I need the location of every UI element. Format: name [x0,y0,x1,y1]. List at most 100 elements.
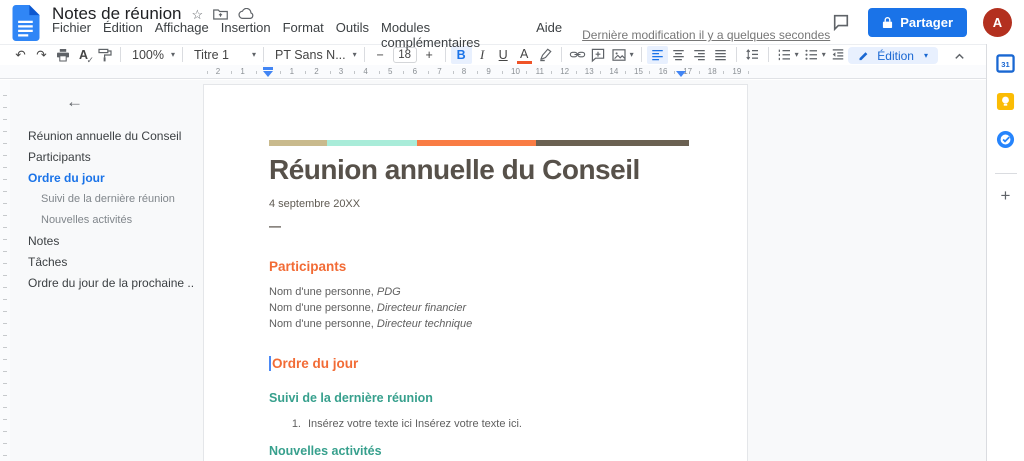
line-spacing-button[interactable] [742,46,763,64]
document-page[interactable]: Réunion annuelle du Conseil 4 septembre … [203,84,748,461]
ruler-number: 3 [338,67,344,76]
outline-item-ordre-du-jour[interactable]: Ordre du jour [28,168,195,189]
numbered-list-button[interactable]: ▾ [774,46,801,64]
outline-item-nouvelles-activites[interactable]: Nouvelles activités [28,210,195,231]
lock-icon [883,16,893,28]
decrease-indent-button[interactable] [828,46,849,64]
move-folder-icon[interactable] [213,8,228,21]
ruler-tick [600,71,602,74]
google-tasks-icon[interactable] [995,129,1016,150]
outline-item-participants[interactable]: Participants [28,147,195,168]
ruler-number: 5 [388,67,393,76]
heading-followup[interactable]: Suivi de la dernière réunion [269,391,690,405]
close-outline-icon[interactable]: ← [66,92,83,112]
heading-participants-text: Participants [269,259,347,275]
hide-menus-button[interactable] [949,47,970,64]
horizontal-ruler: 1 2 1 2 3 4 5 6 7 8 9 10 11 12 13 14 15 16 17 18 19 [0,65,986,79]
chevron-down-icon: ▾ [170,50,175,59]
ruler-number: 13 [584,67,594,76]
text-color-letter: A [519,47,529,62]
outline-item-ordre-du-jour-de-la-prochaine[interactable]: Ordre du jour de la prochaine ... [28,273,195,294]
numbered-list-item[interactable]: 1. Insérez votre texte ici Insérez votre… [269,417,690,431]
menu-format[interactable]: Format [277,20,330,50]
heading-agenda[interactable]: Ordre du jour [269,356,690,372]
align-right-button[interactable] [689,46,710,64]
doc-heading-title[interactable]: Réunion annuelle du Conseil [269,154,690,186]
menu-bar: Fichier Édition Affichage Insertion Format Ou… [52,20,830,50]
color-bar-segment [536,140,689,146]
ruler-number: 4 [363,67,368,76]
google-calendar-icon[interactable]: 31 [995,53,1016,74]
insert-image-button[interactable]: ▾ [609,46,636,64]
ruler-number: 7 [437,67,442,76]
doc-divider-dash[interactable]: — [269,219,690,233]
menu-aide[interactable]: Aide [530,20,568,50]
doc-date[interactable]: 4 septembre 20XX [269,198,690,210]
editing-mode-button[interactable]: Édition ▾ [848,47,938,64]
ruler-tick [280,71,282,74]
add-comment-button[interactable] [588,46,609,64]
menu-modules-complementaires[interactable]: Modules complémentaires [375,20,530,50]
participant-line[interactable]: Nom d'une personne, Directeur financier [269,300,690,316]
ruler-number: 9 [486,67,491,76]
menu-insertion[interactable]: Insertion [215,20,277,50]
ruler-tick [427,71,429,74]
participant-role: PDG [376,286,401,299]
text-color-swatch [516,60,532,64]
google-keep-icon[interactable] [995,91,1016,112]
participant-role: Directeur financier [376,302,467,315]
get-add-ons-button[interactable]: + [1001,186,1011,206]
ruler-tick [526,71,528,74]
align-left-button[interactable] [646,45,668,64]
align-justify-button[interactable] [710,46,731,64]
menu-affichage[interactable]: Affichage [149,20,215,50]
chevron-down-icon: ▾ [352,50,357,59]
bulleted-list-button[interactable]: ▾ [801,46,828,64]
heading-new-business[interactable]: Nouvelles activités [269,444,690,458]
ruler-number: 15 [634,67,643,76]
right-indent-marker[interactable] [676,71,686,77]
ruler-number: 19 [732,67,742,76]
menu-fichier[interactable]: Fichier [52,20,97,50]
color-bar-segment [269,140,327,146]
ruler-tick [624,71,626,74]
align-center-button[interactable] [668,46,689,64]
ruler-tick [206,71,208,74]
menu-edition[interactable]: Édition [97,20,149,50]
heading-participants[interactable]: Participants [269,259,690,274]
comment-history-icon[interactable] [830,11,852,33]
ruler-number: 8 [461,67,467,76]
ruler-tick [698,71,700,74]
outline-item-reunion-annuelle-du-conseil[interactable]: Réunion annuelle du Conseil [28,126,195,147]
participant-line[interactable]: Nom d'une personne, PDG [269,284,690,300]
first-line-indent-marker[interactable] [263,67,273,70]
ruler-tick [550,71,552,74]
share-button[interactable]: Partager [868,7,967,37]
list-text: Insérez votre texte ici Insérez votre te… [308,418,522,431]
outline-item-taches[interactable]: Tâches [28,252,195,273]
toolbar-divider [640,47,642,62]
document-outline-panel: ← Réunion annuelle du Conseil Participant… [10,80,195,461]
redo-button[interactable]: ↷ [31,46,52,64]
ruler-tick [304,71,306,74]
left-indent-marker[interactable] [263,71,273,77]
ruler-tick [747,71,749,74]
ruler-number: 6 [412,67,418,76]
account-avatar[interactable]: A [983,7,1012,37]
menu-outils[interactable]: Outils [330,20,375,50]
undo-button[interactable]: ↶ [10,46,31,64]
main-area: ← Réunion annuelle du Conseil Participant… [0,80,986,461]
ruler-number: 14 [609,67,619,76]
outline-item-notes[interactable]: Notes [28,231,195,252]
google-docs-logo-icon[interactable] [12,5,40,41]
participant-role: Directeur technique [376,318,473,331]
insert-link-button[interactable] [567,46,588,64]
outline-item-suivi-de-la-derniere-reunion[interactable]: Suivi de la dernière réunion [28,189,195,210]
participant-line[interactable]: Nom d'une personne, Directeur technique [269,316,690,332]
pencil-icon [859,51,868,60]
last-edit-link[interactable]: Dernière modification il y a quelques se… [582,28,830,42]
editing-mode-label: Édition [877,48,914,63]
ruler-tick [354,71,356,74]
star-icon[interactable]: ☆ [191,8,203,21]
ruler-tick [403,71,405,74]
